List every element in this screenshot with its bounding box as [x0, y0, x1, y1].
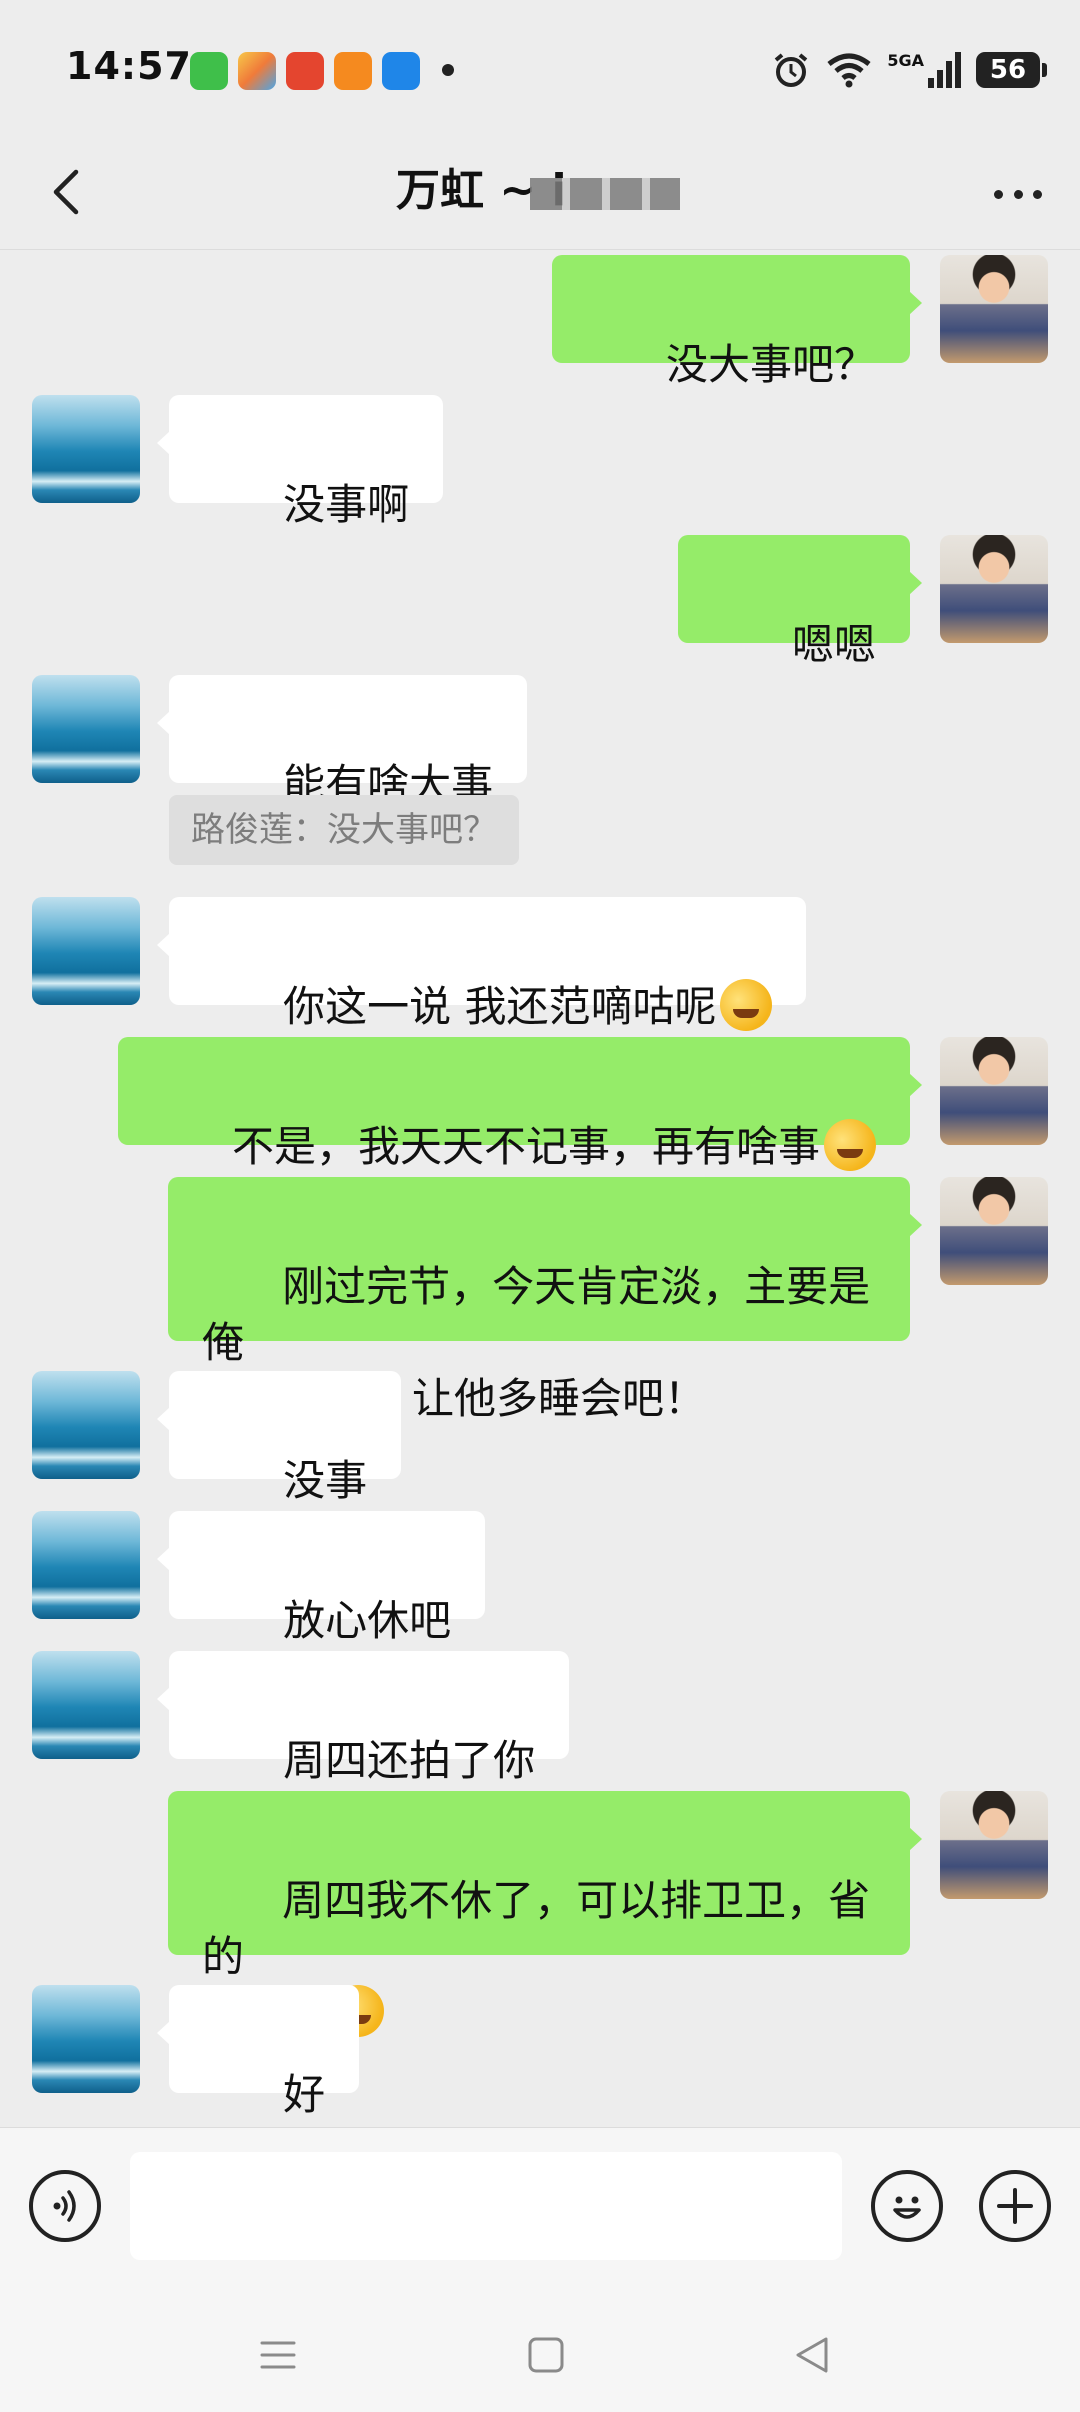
red-bag-app-icon — [286, 52, 324, 90]
my-avatar[interactable] — [940, 1177, 1048, 1285]
alarm-icon — [775, 53, 808, 87]
contact-avatar[interactable] — [32, 1511, 140, 1619]
message-bubble-sent[interactable]: 不是，我天天不记事，再有啥事 — [117, 1037, 923, 1171]
system-navigation-bar — [0, 2297, 1080, 2412]
message-list[interactable]: 没大事吧？ 没事啊 嗯嗯 能有啥大事 路俊莲：没大事吧？ 你这一说 我还范嘀咕呢 — [0, 251, 1080, 2126]
laugh-cry-emoji-icon — [720, 979, 773, 1031]
input-bar — [0, 2127, 1080, 2297]
home-button[interactable] — [516, 2325, 576, 2385]
message-text: 不是，我天天不记事，再有啥事 — [231, 1122, 820, 1171]
dot-icon — [1033, 189, 1042, 199]
battery-indicator: 56 — [976, 52, 1047, 88]
message-bubble-received[interactable]: 你这一说 我还范嘀咕呢 — [156, 897, 807, 1031]
more-functions-button[interactable] — [979, 2170, 1051, 2242]
message-input[interactable] — [130, 2152, 842, 2260]
message-text: 没事啊 — [283, 480, 410, 529]
back-button[interactable] — [34, 160, 98, 224]
square-icon — [528, 2337, 564, 2373]
nav-back-button[interactable] — [782, 2325, 842, 2385]
smiley-icon — [893, 2196, 921, 2219]
message-text: 放心休吧 — [283, 1596, 452, 1645]
message-text: 好 — [283, 2070, 326, 2119]
message-bubble-received[interactable]: 好 — [156, 1985, 360, 2119]
my-avatar[interactable] — [940, 1037, 1048, 1145]
messages-app-icon — [190, 52, 228, 90]
contact-avatar[interactable] — [32, 1985, 140, 2093]
voice-icon — [53, 2190, 76, 2222]
dot-icon — [1013, 189, 1023, 199]
pinwheel-app-icon — [238, 52, 276, 90]
triangle-back-icon — [796, 2337, 828, 2373]
battery-level: 56 — [989, 55, 1027, 85]
message-text: 你这一说 我还范嘀咕呢 — [283, 982, 717, 1031]
cellular-signal-icon — [928, 52, 961, 88]
contact-avatar[interactable] — [32, 1651, 140, 1759]
message-bubble-sent[interactable]: 没大事吧？ — [551, 255, 923, 389]
dot-icon — [994, 189, 1003, 199]
voice-input-button[interactable] — [29, 2170, 101, 2242]
contact-avatar[interactable] — [32, 897, 140, 1005]
plus-icon — [997, 2188, 1033, 2224]
status-bar: 14:57 5GA 56 — [0, 0, 1080, 140]
quoted-reply[interactable]: 路俊莲：没大事吧？ — [169, 795, 519, 865]
message-text: 没事 — [283, 1456, 368, 1505]
status-time: 14:57 — [66, 44, 192, 88]
menu-lines-icon — [260, 2341, 296, 2369]
my-avatar[interactable] — [940, 1791, 1048, 1899]
message-bubble-sent[interactable]: 周四我不休了，可以排卫卫，省的 排不开 — [168, 1791, 922, 2037]
chevron-left-icon — [53, 169, 79, 215]
message-bubble-received[interactable]: 没事 — [156, 1371, 402, 1505]
message-bubble-received[interactable]: 放心休吧 — [156, 1511, 486, 1645]
laugh-cry-emoji-icon — [824, 1119, 876, 1171]
my-avatar[interactable] — [940, 535, 1048, 643]
my-avatar[interactable] — [940, 255, 1048, 363]
more-options-button[interactable] — [986, 174, 1050, 214]
message-bubble-sent[interactable]: 嗯嗯 — [677, 535, 923, 669]
message-bubble-received[interactable]: 周四还拍了你 — [156, 1651, 570, 1785]
message-text: 没大事吧？ — [665, 340, 876, 389]
contact-avatar[interactable] — [32, 395, 140, 503]
more-notifications-dot — [442, 64, 454, 76]
message-text: 周四还拍了你 — [283, 1736, 536, 1785]
network-type-label: 5GA — [887, 50, 924, 70]
redacted-name-block — [530, 178, 680, 210]
emoji-button[interactable] — [871, 2170, 943, 2242]
system-icons: 5GA 56 — [771, 46, 1047, 94]
contact-avatar[interactable] — [32, 1371, 140, 1479]
message-bubble-sent[interactable]: 刚过完节，今天肯定淡，主要是俺 儿不醒了，让他多睡会吧！ — [168, 1177, 922, 1423]
message-text: 嗯嗯 — [791, 620, 876, 669]
blue-app-icon — [382, 52, 420, 90]
message-bubble-received[interactable]: 能有啥大事 — [156, 675, 528, 809]
contact-avatar[interactable] — [32, 675, 140, 783]
message-bubble-received[interactable]: 没事啊 — [156, 395, 444, 529]
orange-app-icon — [334, 52, 372, 90]
chat-header: 万虹 ~ i — [0, 140, 1080, 250]
wifi-icon — [827, 53, 871, 88]
recent-apps-button[interactable] — [248, 2325, 308, 2385]
quoted-text: 路俊莲：没大事吧？ — [191, 810, 497, 850]
